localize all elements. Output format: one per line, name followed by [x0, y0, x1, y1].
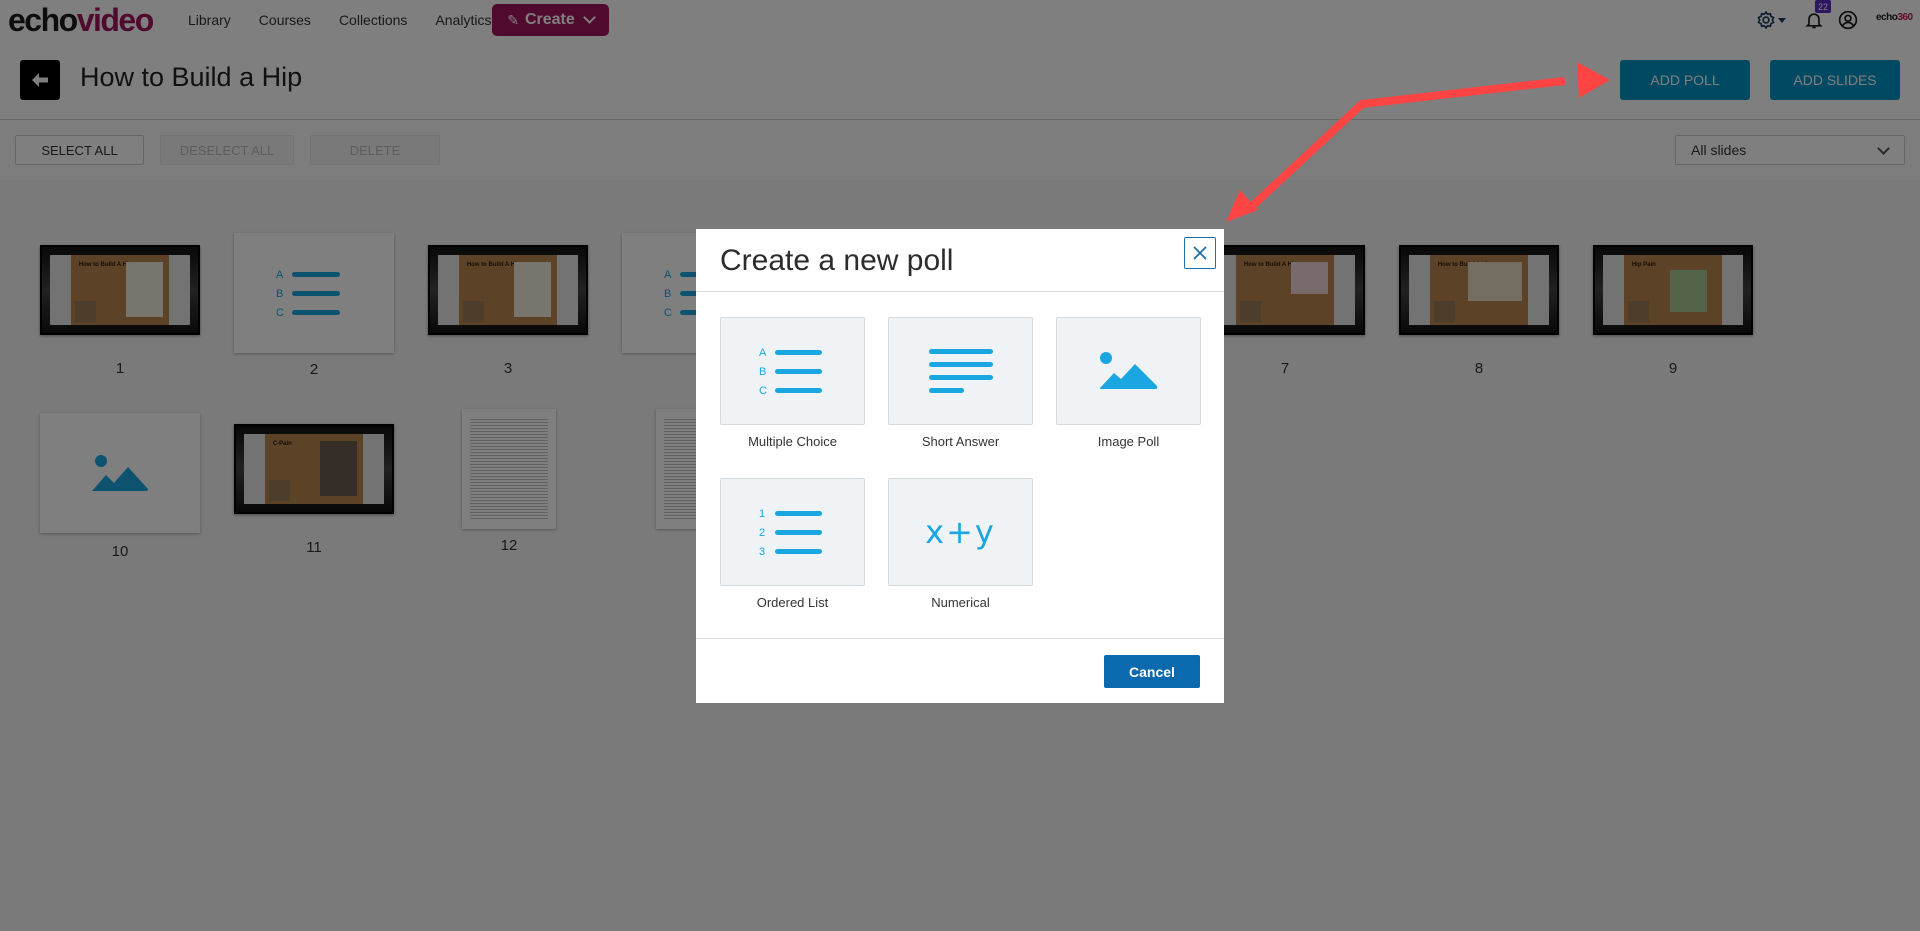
modal-title: Create a new poll [720, 244, 954, 277]
poll-option-label: Ordered List [756, 595, 829, 610]
svg-text:A: A [759, 347, 767, 359]
create-poll-modal: Create a new poll A B C Multiple Choice [696, 229, 1224, 703]
short-answer-icon [928, 349, 993, 393]
ordered-list-icon: 1 2 3 [759, 508, 822, 557]
close-button[interactable] [1184, 237, 1216, 269]
svg-text:C: C [759, 385, 767, 396]
svg-text:B: B [759, 366, 766, 378]
poll-option-multiple-choice[interactable]: A B C Multiple Choice [720, 317, 865, 449]
poll-option-image-poll[interactable]: Image Poll [1056, 317, 1201, 449]
poll-option-label: Multiple Choice [748, 434, 837, 449]
poll-option-label: Numerical [931, 595, 990, 610]
close-icon [1193, 246, 1207, 260]
svg-text:1: 1 [759, 508, 765, 520]
cancel-button[interactable]: Cancel [1104, 655, 1200, 688]
poll-option-label: Short Answer [921, 434, 1000, 449]
poll-option-ordered-list[interactable]: 1 2 3 Ordered List [720, 478, 865, 610]
numerical-icon: x+y [925, 513, 996, 551]
svg-text:2: 2 [759, 527, 765, 539]
poll-option-short-answer[interactable]: Short Answer [888, 317, 1033, 449]
modal-divider [696, 291, 1224, 292]
svg-text:3: 3 [759, 546, 765, 557]
image-icon [1099, 352, 1157, 389]
modal-footer-divider [696, 638, 1224, 639]
poll-option-numerical[interactable]: x+y Numerical [888, 478, 1033, 610]
multiple-choice-icon: A B C [759, 347, 822, 396]
poll-option-label: Image Poll [1097, 434, 1160, 449]
